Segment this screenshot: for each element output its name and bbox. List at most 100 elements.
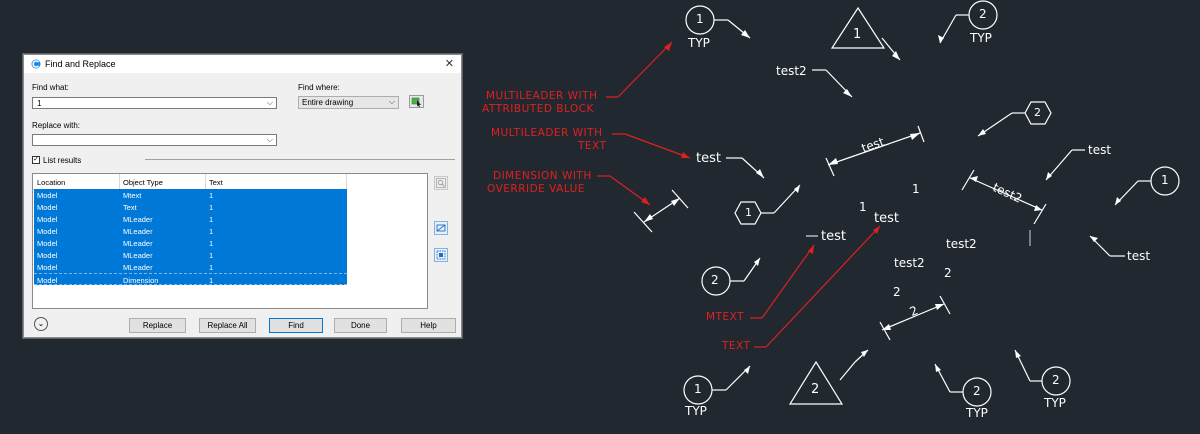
- table-cell-text: 1: [209, 215, 214, 224]
- mtext-object: test: [821, 229, 846, 244]
- table-cell-type: MLeader: [123, 263, 153, 272]
- balloon-number: 2: [1052, 373, 1060, 387]
- table-row[interactable]: Model MLeader 1: [34, 249, 347, 261]
- find-where-select[interactable]: Entire drawing ⌵: [298, 96, 399, 109]
- leader-line: [839, 361, 856, 381]
- chevron-down-icon[interactable]: ⌵: [267, 98, 273, 108]
- balloon-number: 2: [1034, 106, 1041, 119]
- column-header-text[interactable]: Text: [209, 178, 223, 187]
- find-what-input[interactable]: 1 ⌵: [32, 97, 277, 109]
- plain-text: test2: [894, 256, 925, 270]
- find-where-label: Find where:: [298, 83, 340, 92]
- replace-all-button[interactable]: Replace All: [199, 318, 256, 333]
- leader-text: test: [1127, 249, 1151, 263]
- select-objects-icon: [411, 97, 421, 107]
- table-cell-type: Dimension: [123, 276, 159, 285]
- table-cell-text: 1: [209, 263, 214, 272]
- selection-set-highlighted-icon: [436, 250, 446, 260]
- find-what-value: 1: [37, 99, 42, 108]
- find-where-value: Entire drawing: [302, 98, 354, 107]
- zoom-to-button[interactable]: [434, 176, 448, 190]
- balloon-number: 1: [694, 382, 702, 396]
- annotation-text: TEXT: [722, 340, 751, 352]
- typ-label: TYP: [688, 36, 710, 50]
- table-cell-location: Model: [37, 263, 58, 272]
- table-row[interactable]: Model Mtext 1: [34, 189, 347, 201]
- table-cell-location: Model: [37, 227, 58, 236]
- table-cell-type: MLeader: [123, 239, 153, 248]
- replace-with-label: Replace with:: [32, 121, 81, 130]
- balloon-number: 1: [853, 27, 862, 42]
- dialog-titlebar[interactable]: Find and Replace ✕: [24, 55, 461, 73]
- plain-text: 2: [893, 285, 901, 299]
- selection-set-icon: [436, 224, 446, 232]
- select-objects-button[interactable]: [409, 95, 424, 108]
- done-button[interactable]: Done: [334, 318, 387, 333]
- table-cell-location: Model: [37, 203, 58, 212]
- table-cell-text: 1: [209, 239, 214, 248]
- table-row[interactable]: Model Dimension 1: [34, 273, 347, 285]
- find-what-label: Find what:: [32, 83, 69, 92]
- create-selection-set-button[interactable]: [434, 221, 448, 235]
- list-results-checkbox[interactable]: ✓: [32, 156, 40, 164]
- find-button[interactable]: Find: [269, 318, 323, 333]
- zoom-icon: [436, 178, 446, 188]
- balloon-number: 1: [745, 206, 752, 219]
- table-cell-location: Model: [37, 276, 58, 285]
- typ-label: TYP: [966, 406, 988, 420]
- leader-text: test2: [776, 64, 807, 78]
- replace-button[interactable]: Replace: [129, 318, 186, 333]
- table-row[interactable]: Model MLeader 1: [34, 225, 347, 237]
- extension-line: [961, 169, 975, 191]
- chevron-down-icon: ⌄: [37, 319, 45, 328]
- help-button[interactable]: Help: [401, 318, 456, 333]
- plain-text: 1: [912, 182, 920, 196]
- plain-text: 2: [944, 266, 952, 280]
- table-cell-location: Model: [37, 239, 58, 248]
- list-results-label: List results: [43, 156, 82, 165]
- expand-options-button[interactable]: ⌄: [34, 317, 48, 331]
- create-selection-set-highlighted-button[interactable]: [434, 248, 448, 262]
- table-cell-type: Mtext: [123, 191, 142, 200]
- table-cell-type: MLeader: [123, 227, 153, 236]
- table-row[interactable]: Model MLeader 1: [34, 261, 347, 273]
- replace-with-input[interactable]: ⌵: [32, 134, 277, 146]
- table-row[interactable]: Model Text 1: [34, 201, 347, 213]
- dialog-title: Find and Replace: [45, 59, 116, 69]
- chevron-down-icon[interactable]: ⌵: [267, 135, 273, 145]
- annotation-leader: [761, 244, 815, 319]
- annotation-text: ATTRIBUTED BLOCK: [482, 103, 594, 115]
- close-icon[interactable]: ✕: [445, 57, 454, 70]
- table-cell-type: MLeader: [123, 251, 153, 260]
- balloon-number: 2: [973, 384, 981, 398]
- balloon-number: 2: [979, 7, 987, 21]
- app-icon: [31, 59, 41, 69]
- column-header-location[interactable]: Location: [37, 178, 65, 187]
- text-object: test: [874, 211, 899, 226]
- chevron-down-icon[interactable]: ⌵: [389, 97, 395, 107]
- leader-text: test: [696, 151, 721, 166]
- typ-label: TYP: [1044, 396, 1066, 410]
- leader-text: test: [1088, 143, 1112, 157]
- results-list[interactable]: Location Object Type Text Model Mtext 1 Mod…: [32, 173, 428, 309]
- table-cell-type: MLeader: [123, 215, 153, 224]
- column-header-object-type[interactable]: Object Type: [123, 178, 163, 187]
- extension-line: [825, 157, 835, 177]
- table-row[interactable]: Model MLeader 1: [34, 237, 347, 249]
- table-cell-text: 1: [209, 276, 214, 285]
- annotation-text: TEXT: [578, 140, 607, 152]
- table-cell-text: 1: [209, 227, 214, 236]
- plain-text: test2: [946, 237, 977, 251]
- annotation-leader: [617, 41, 673, 98]
- typ-label: TYP: [685, 404, 707, 418]
- table-cell-location: Model: [37, 251, 58, 260]
- table-cell-text: 1: [209, 191, 214, 200]
- results-header: Location Object Type Text: [33, 174, 347, 190]
- find-replace-dialog: Find and Replace ✕ Find what: 1 ⌵ Find w…: [23, 54, 462, 338]
- table-row[interactable]: Model MLeader 1: [34, 213, 347, 225]
- typ-label: TYP: [970, 31, 992, 45]
- separator: [145, 159, 455, 160]
- annotation-text: MULTILEADER WITH: [486, 90, 598, 102]
- balloon-number: 2: [711, 273, 719, 287]
- annotation-text: MTEXT: [706, 311, 745, 323]
